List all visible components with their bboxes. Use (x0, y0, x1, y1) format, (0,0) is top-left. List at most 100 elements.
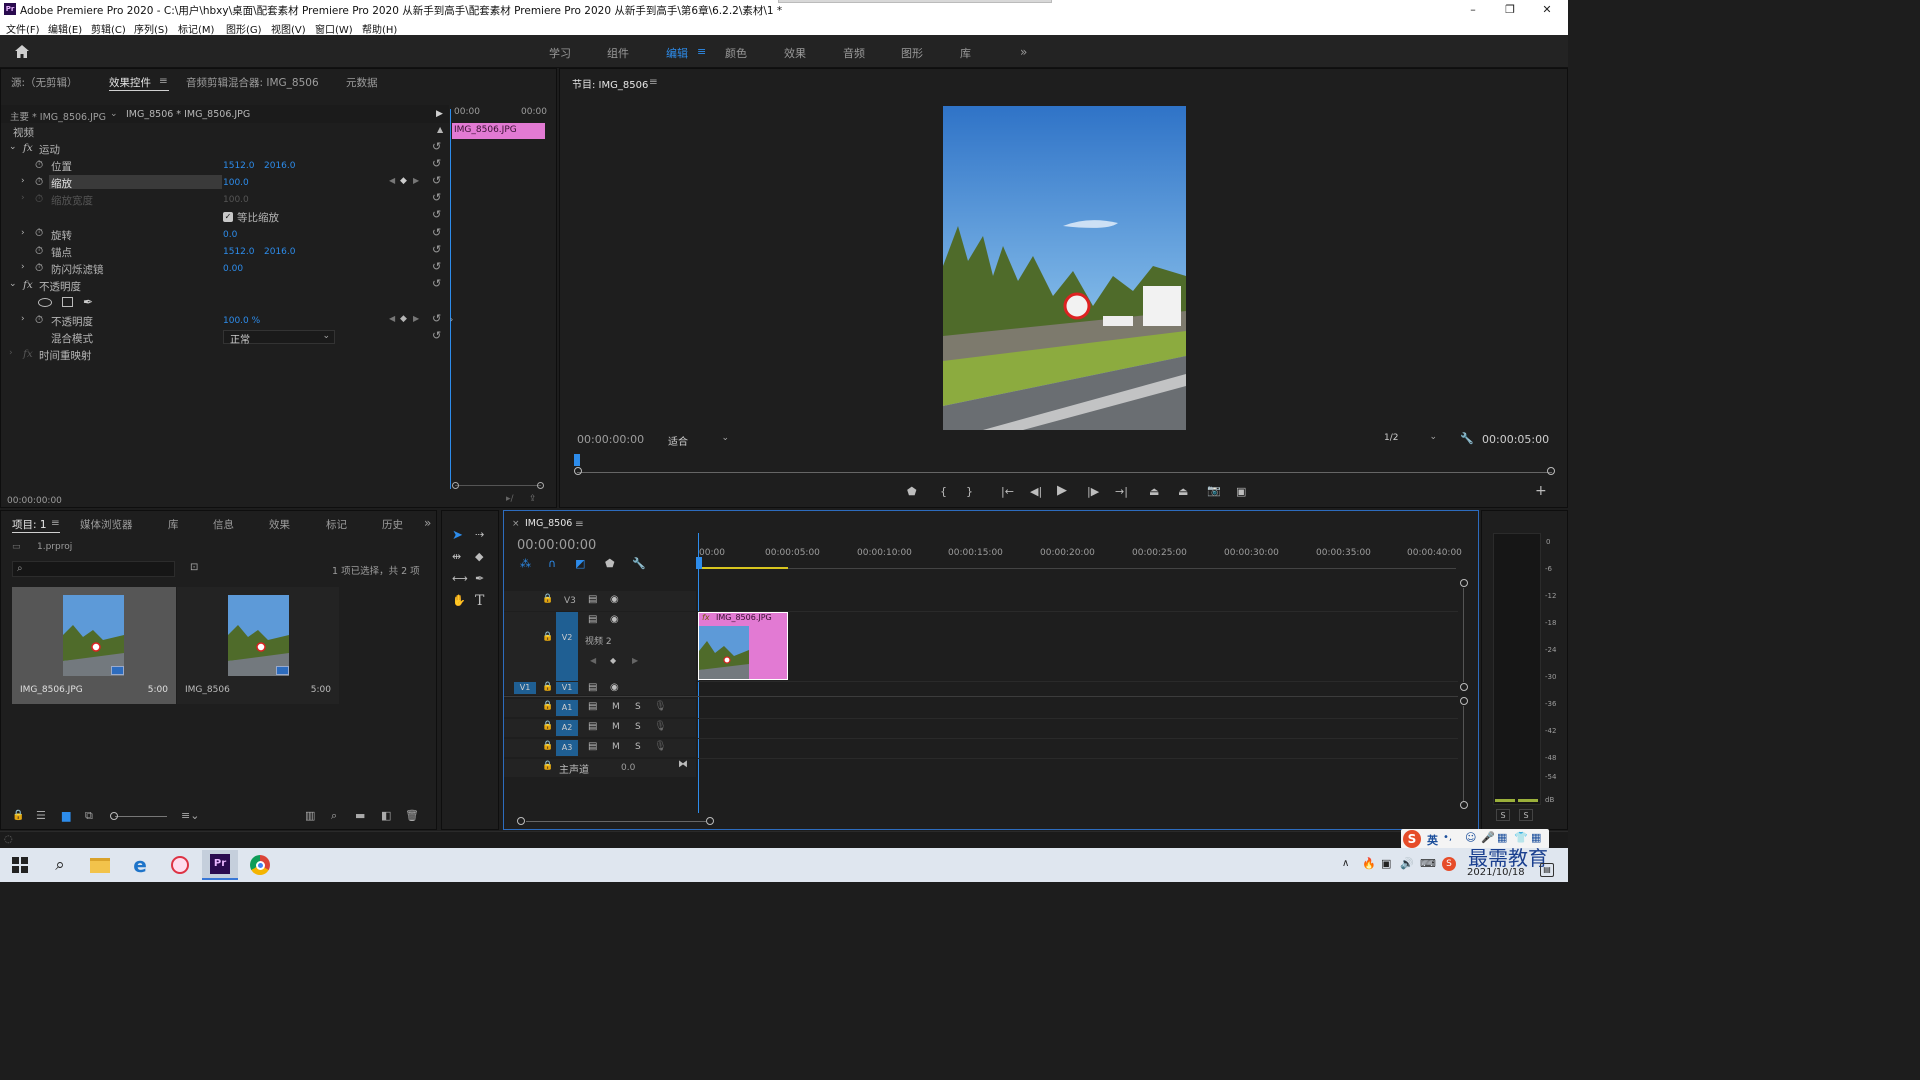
filter-icon[interactable]: ▸/ (506, 494, 514, 504)
project-item-selected[interactable]: IMG_8506.JPG 5:00 (12, 587, 176, 704)
chevron-down-icon[interactable]: ⌄ (110, 109, 118, 119)
timeline-playhead-handle[interactable] (696, 557, 702, 569)
antiflicker-reset-icon[interactable]: ↺ (432, 260, 441, 273)
mute-button[interactable]: M (612, 702, 620, 712)
timeline-zoom-handle-right[interactable] (706, 817, 714, 825)
more-workspaces-icon[interactable]: » (1020, 45, 1027, 59)
play-clip-icon[interactable]: ▶ (436, 109, 443, 119)
tab-effects[interactable]: 效果 (269, 517, 290, 532)
ec-clip-bar[interactable]: IMG_8506.JPG (452, 123, 545, 139)
menu-window[interactable]: 窗口(W) (315, 21, 353, 36)
collapse-up-icon[interactable]: ▲ (437, 125, 443, 134)
volume-icon[interactable]: 🔊 (1400, 857, 1414, 870)
timeline-settings-wrench-icon[interactable]: 🔧 (632, 557, 646, 570)
linked-selection-icon[interactable]: ◩ (575, 557, 585, 570)
opacity-value-expand-icon[interactable]: › (21, 314, 25, 324)
new-bin-icon[interactable]: ▬ (355, 809, 365, 822)
step-forward-icon[interactable]: |▶ (1087, 485, 1099, 498)
add-marker-icon[interactable]: ⬟ (605, 557, 615, 570)
panel-menu-icon[interactable]: ≡ (649, 76, 658, 88)
workspace-assembly[interactable]: 组件 (607, 45, 629, 61)
workspace-editing[interactable]: 编辑 (666, 45, 688, 61)
blend-mode-select[interactable]: 正常 ⌄ (223, 330, 335, 346)
sync-lock-icon[interactable]: ▤ (588, 594, 597, 605)
anchor-x-value[interactable]: 1512.0 (223, 247, 255, 257)
menu-help[interactable]: 帮助(H) (362, 21, 397, 36)
keyframe-icon[interactable]: ◆ (400, 314, 407, 324)
next-keyframe-icon[interactable]: ▶ (632, 656, 638, 665)
sync-lock-icon[interactable]: ▤ (588, 741, 597, 752)
close-button[interactable]: ✕ (1524, 1, 1570, 18)
program-timecode[interactable]: 00:00:00:00 (577, 433, 644, 446)
scale-value[interactable]: 100.0 (223, 178, 249, 188)
nest-insert-icon[interactable]: ⁂ (520, 557, 531, 570)
track-lock-icon[interactable]: 🔒 (542, 701, 553, 711)
track-lock-icon[interactable]: 🔒 (542, 594, 553, 604)
tab-history[interactable]: 历史 (382, 517, 403, 532)
master-clip-label[interactable]: 主要 * IMG_8506.JPG (10, 109, 106, 123)
go-to-next-edit-icon[interactable]: ⧓ (678, 759, 688, 770)
stopwatch-active-icon[interactable]: ⏱ (35, 176, 43, 189)
menu-graphics[interactable]: 图形(G) (226, 21, 262, 36)
start-button[interactable] (2, 850, 38, 880)
stopwatch-icon[interactable]: ⏱ (35, 262, 43, 275)
anchor-reset-icon[interactable]: ↺ (432, 243, 441, 256)
motion-expand-icon[interactable]: ⌄ (9, 142, 17, 152)
timeline-zoom-scrollbar[interactable] (526, 821, 706, 822)
more-tabs-icon[interactable]: » (424, 516, 431, 530)
tab-media-browser[interactable]: 媒体浏览器 (80, 517, 133, 532)
project-search-input[interactable]: ⌕ (12, 561, 175, 577)
scale-expand-icon[interactable]: › (21, 176, 25, 186)
resolution-select[interactable]: 1/2 ⌄ (1379, 432, 1439, 447)
scale-reset-icon[interactable]: ↺ (432, 174, 441, 187)
audio-scroll-handle-bottom[interactable] (1460, 801, 1468, 809)
uniform-reset-icon[interactable]: ↺ (432, 208, 441, 221)
go-to-out-icon[interactable]: →| (1115, 485, 1128, 498)
next-keyframe-icon[interactable]: ▶ (413, 314, 419, 323)
video-scroll-handle-bottom[interactable] (1460, 683, 1468, 691)
timeline-clip[interactable]: fx IMG_8506.JPG (698, 612, 788, 680)
add-button-icon[interactable]: + (1535, 483, 1547, 499)
tab-metadata[interactable]: 元数据 (346, 75, 378, 90)
ec-timecode[interactable]: 00:00:00:00 (7, 496, 62, 506)
close-sequence-icon[interactable]: × (512, 519, 520, 529)
tray-chevron-icon[interactable]: ∧ (1342, 858, 1349, 869)
solo-button[interactable]: S (635, 722, 641, 732)
sort-icon[interactable]: ≡⌄ (181, 809, 199, 822)
ime-tray-icon[interactable]: ⌨ (1420, 857, 1436, 870)
time-ruler[interactable] (698, 568, 1456, 569)
antiflicker-expand-icon[interactable]: › (21, 262, 25, 272)
position-y-value[interactable]: 2016.0 (264, 161, 296, 171)
track-lock-icon[interactable]: 🔒 (542, 761, 553, 771)
track-select-tool-icon[interactable]: ⇢ (475, 528, 484, 541)
sogou-ime-icon[interactable]: S (1403, 830, 1421, 848)
rotation-value[interactable]: 0.0 (223, 230, 237, 240)
workspace-audio[interactable]: 音频 (843, 45, 865, 61)
program-time-ruler[interactable] (577, 472, 1552, 473)
workspace-graphics[interactable]: 图形 (901, 45, 923, 61)
program-zoom-handle-right[interactable] (1547, 467, 1555, 475)
audio-scroll-handle-top[interactable] (1460, 697, 1468, 705)
lock-icon[interactable]: 🔒 (12, 810, 24, 821)
add-keyframe-icon[interactable]: ◆ (400, 176, 407, 186)
freeform-view-icon[interactable]: ⧉ (85, 809, 93, 823)
status-indicator-icon[interactable]: ◌ (4, 834, 13, 845)
ime-language[interactable]: 英 (1427, 832, 1438, 848)
meter-solo-right-button[interactable]: S (1519, 809, 1533, 821)
timeline-timecode[interactable]: 00:00:00:00 (517, 538, 596, 553)
menu-sequence[interactable]: 序列(S) (134, 21, 168, 36)
chrome-icon[interactable] (242, 850, 278, 880)
sync-lock-icon[interactable]: ▤ (588, 701, 597, 712)
track-label-v3[interactable]: V3 (564, 596, 576, 606)
workspace-color[interactable]: 颜色 (725, 45, 747, 61)
track-label-a1[interactable]: A1 (556, 700, 578, 716)
go-to-in-icon[interactable]: |← (1001, 485, 1014, 498)
prev-keyframe-icon[interactable]: ◀ (389, 176, 395, 185)
opacity-expand-icon[interactable]: ⌄ (9, 279, 17, 289)
motion-reset-icon[interactable]: ↺ (432, 140, 441, 153)
automate-to-sequence-icon[interactable]: ▥ (305, 809, 315, 822)
file-explorer-icon[interactable] (82, 850, 118, 880)
source-patch-v1[interactable]: V1 (514, 682, 536, 694)
tab-project[interactable]: 项目: 1 (12, 517, 47, 532)
extract-icon[interactable]: ⏏ (1178, 485, 1188, 498)
